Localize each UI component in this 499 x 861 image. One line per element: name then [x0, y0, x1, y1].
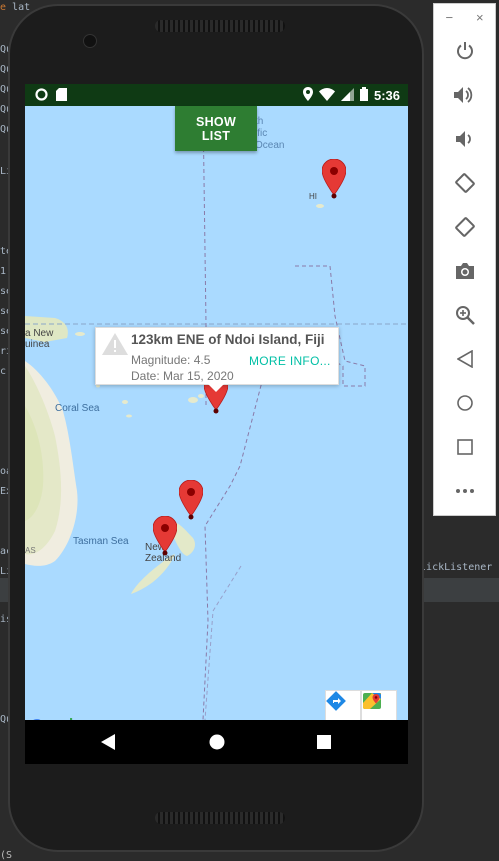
overview-button[interactable] [317, 735, 331, 754]
volume-down-icon [455, 131, 471, 147]
more-icon [455, 489, 474, 493]
home-button[interactable] [209, 734, 225, 755]
earthquake-marker-nz-south[interactable] [153, 516, 177, 556]
front-camera [83, 34, 97, 48]
volume-up-button[interactable] [434, 80, 495, 110]
google-maps-icon [363, 693, 381, 709]
rotate-left-button[interactable] [434, 168, 495, 198]
emu-back-button[interactable] [434, 344, 495, 374]
overview-icon [317, 735, 331, 749]
emulator-toolbar: − × [433, 3, 496, 516]
home-icon [456, 395, 473, 411]
info-window-magnitude: Magnitude: 4.5 [131, 353, 211, 367]
earthquake-marker-nz-north[interactable] [179, 480, 203, 520]
coral-sea-label: Coral Sea [55, 403, 100, 414]
minimize-button[interactable]: − [445, 10, 453, 25]
zoom-button[interactable] [434, 300, 495, 330]
volume-up-icon [453, 87, 472, 103]
hawaii-label: HI [309, 192, 317, 201]
rotate-right-icon [454, 217, 475, 237]
map-view[interactable]: th ific Ocean HI a New uinea Coral Sea T… [25, 106, 408, 733]
zoom-icon [455, 306, 475, 325]
camera-icon [455, 263, 474, 279]
earthquake-marker-hawaii[interactable] [322, 159, 346, 199]
tasman-sea-label: Tasman Sea [73, 536, 129, 547]
phone-screen: 5:36 th ific Ocean HI a New uinea Coral … [25, 84, 408, 764]
home-icon [209, 734, 225, 750]
directions-icon [326, 691, 346, 711]
status-time: 5:36 [373, 88, 400, 103]
power-icon [456, 42, 473, 60]
sd-card-icon [56, 88, 67, 106]
rotate-right-button[interactable] [434, 212, 495, 242]
rotate-left-icon [454, 173, 475, 193]
australia-state-label: AS [25, 546, 36, 555]
speaker-bottom [155, 812, 285, 824]
info-window-date: Date: Mar 15, 2020 [131, 369, 234, 383]
power-button[interactable] [434, 36, 495, 66]
battery-icon [359, 87, 368, 104]
info-window[interactable]: 123km ENE of Ndoi Island, Fiji Magnitude… [95, 327, 339, 392]
info-window-title: 123km ENE of Ndoi Island, Fiji [131, 332, 325, 347]
close-button[interactable]: × [476, 10, 484, 25]
navigation-bar [25, 720, 408, 764]
back-icon [456, 350, 473, 368]
new-guinea-label: a New uinea [25, 328, 54, 350]
code-line: c [0, 366, 7, 377]
back-button[interactable] [101, 734, 115, 755]
notification-circle-icon [35, 88, 48, 106]
status-bar: 5:36 [25, 84, 408, 106]
location-icon [302, 87, 313, 104]
more-button[interactable] [434, 476, 495, 506]
code-line: (S [0, 850, 13, 861]
screenshot-button[interactable] [434, 256, 495, 286]
show-list-button[interactable]: SHOW LIST [175, 106, 257, 151]
back-icon [101, 734, 115, 750]
wifi-icon [318, 87, 335, 104]
emu-overview-button[interactable] [434, 432, 495, 462]
code-line: e lat [0, 2, 31, 13]
emu-home-button[interactable] [434, 388, 495, 418]
signal-icon [340, 87, 354, 104]
pacific-ocean-label: th ific Ocean [255, 116, 285, 151]
overview-icon [456, 439, 473, 455]
speaker-top [155, 20, 285, 32]
volume-down-button[interactable] [434, 124, 495, 154]
more-info-link[interactable]: MORE INFO... [249, 354, 331, 368]
